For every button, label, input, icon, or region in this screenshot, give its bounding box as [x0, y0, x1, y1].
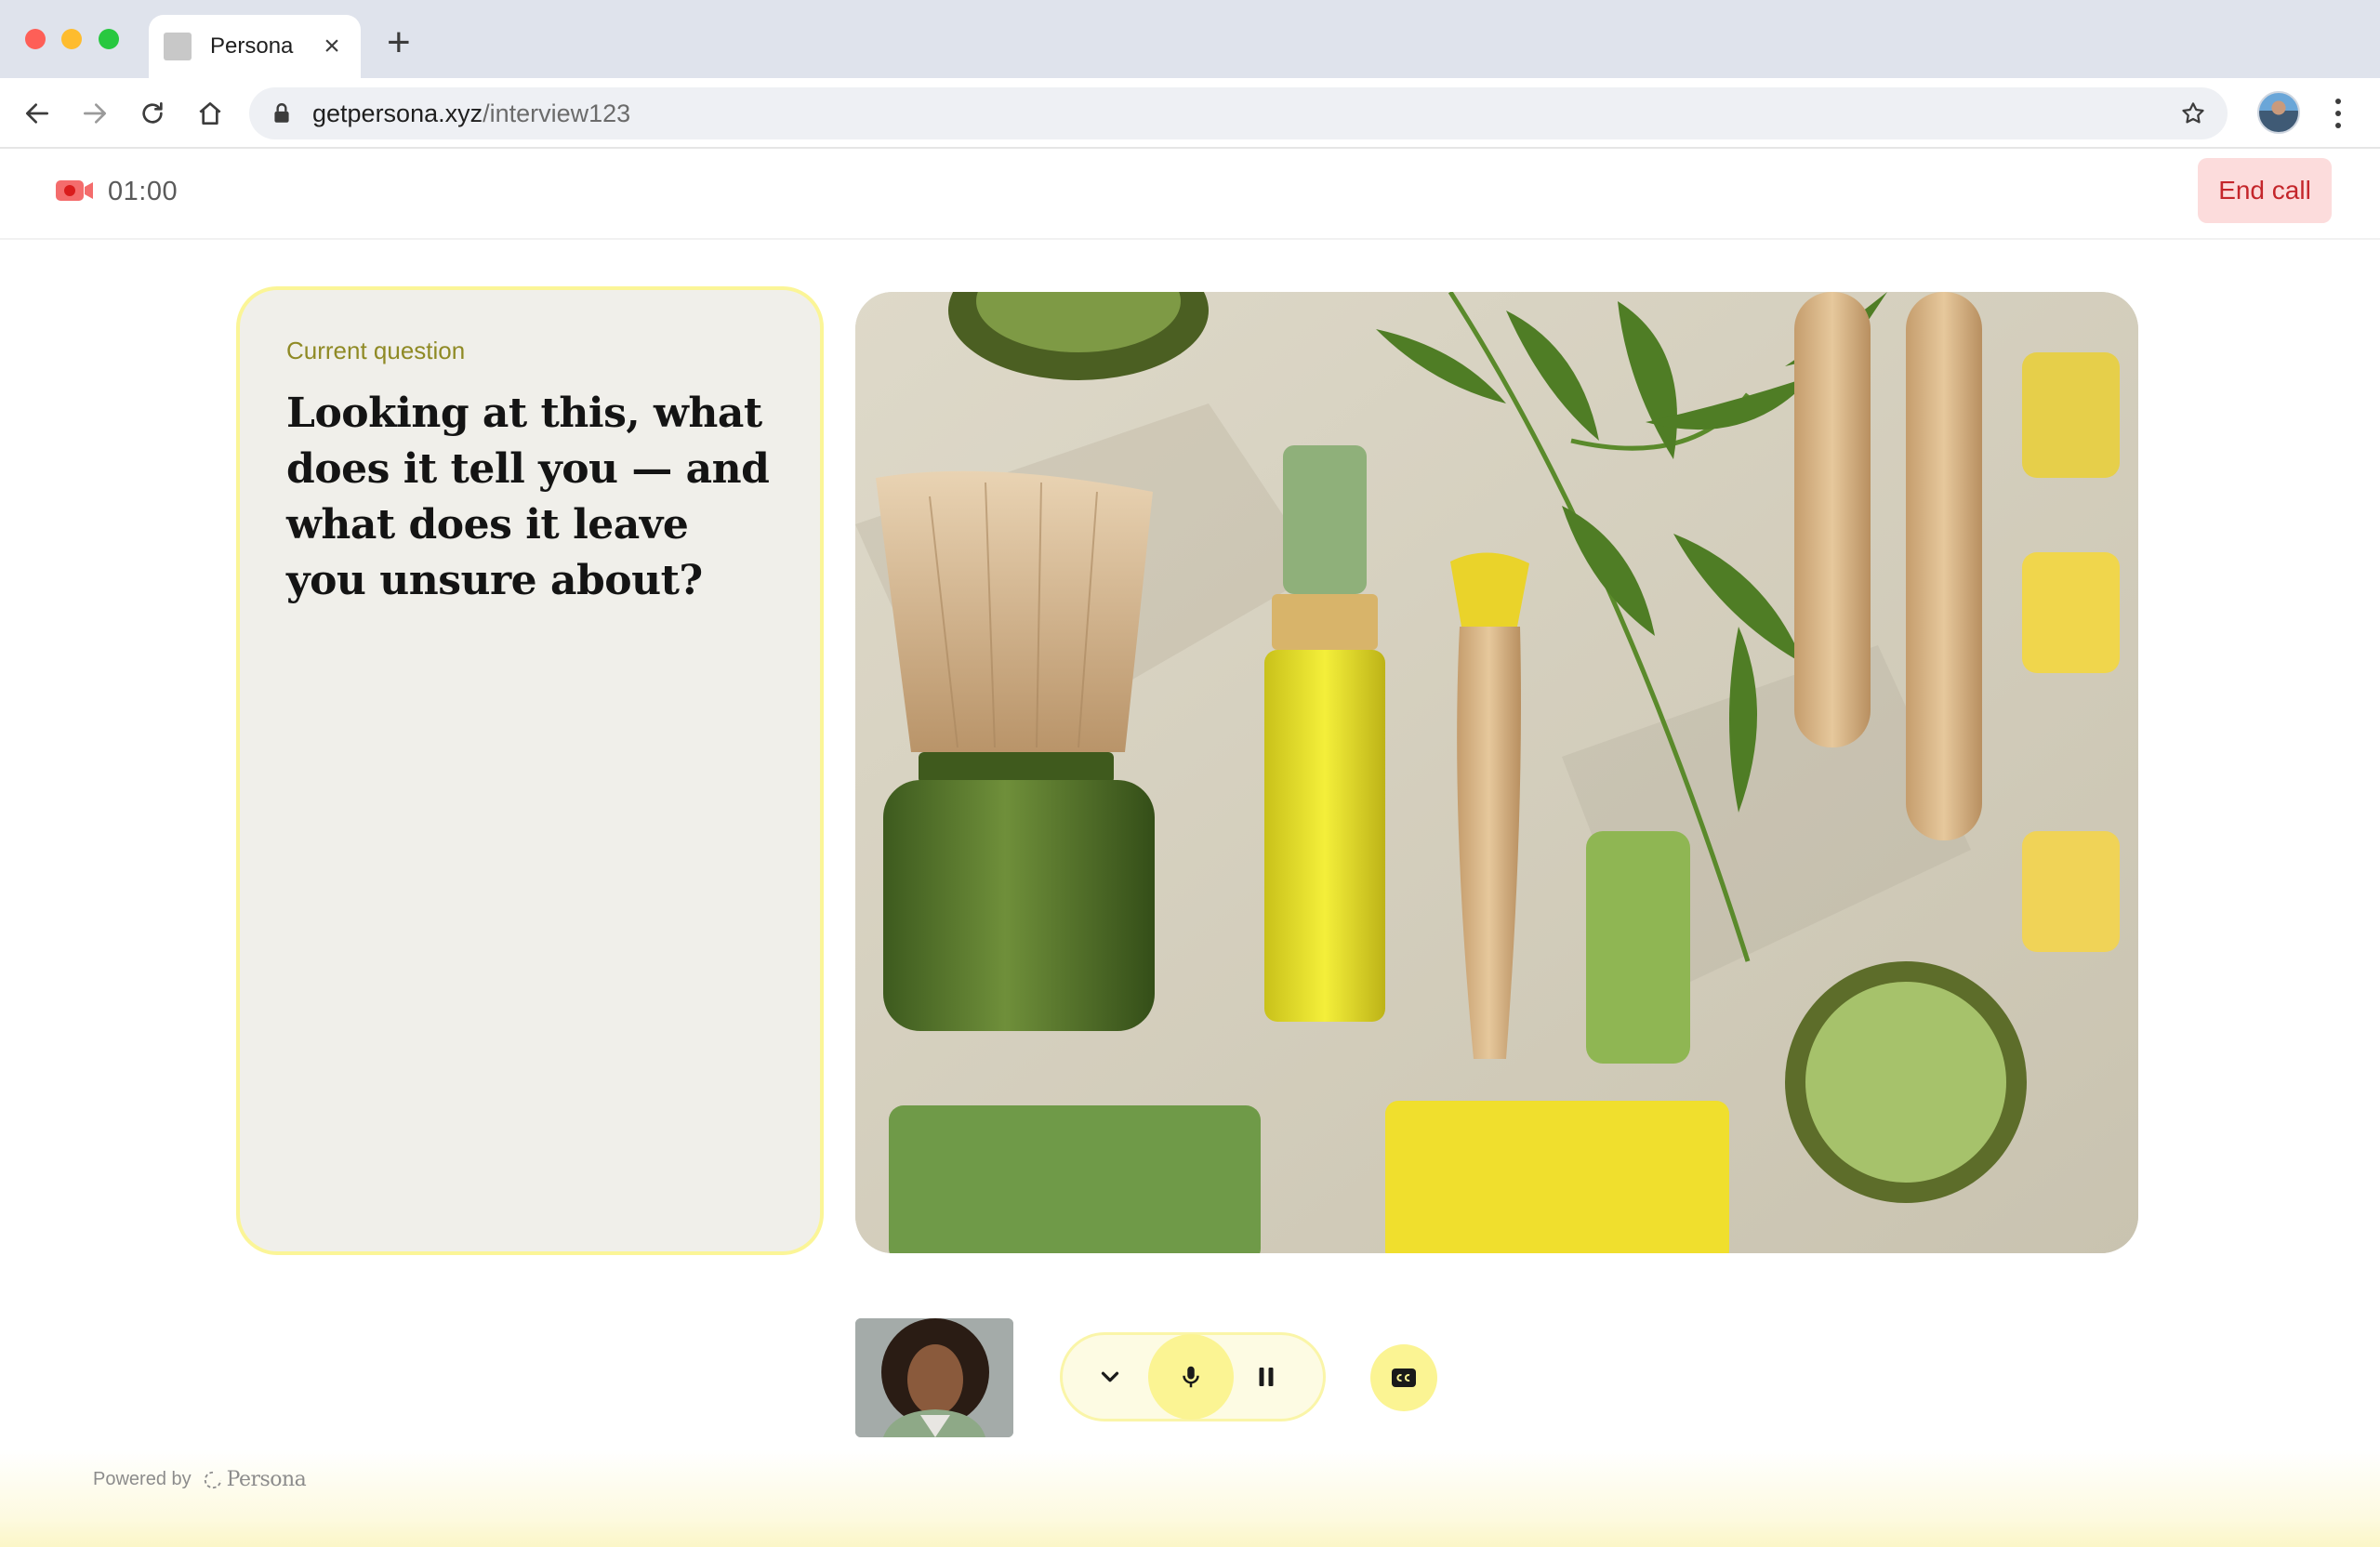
stimulus-image: [855, 292, 2138, 1253]
closed-captions-icon[interactable]: [1370, 1344, 1437, 1411]
question-card: Current question Looking at this, what d…: [236, 286, 824, 1255]
question-label: Current question: [286, 337, 466, 364]
forward-arrow-icon[interactable]: [74, 93, 115, 134]
back-arrow-icon[interactable]: [17, 93, 58, 134]
browser-tab[interactable]: Persona ×: [149, 15, 361, 78]
persona-logo-icon: [204, 1471, 221, 1488]
participant-video-thumbnail: [855, 1318, 1013, 1437]
audio-controls: [1060, 1332, 1326, 1421]
question-text: Looking at this, what does it tell you —…: [286, 390, 770, 604]
url-path: /interview123: [483, 99, 631, 127]
home-icon[interactable]: [190, 93, 231, 134]
tab-title: Persona: [210, 33, 294, 59]
persona-brand-name: Persona: [226, 1468, 307, 1491]
powered-by: Powered by Persona: [93, 1468, 307, 1491]
tab-favicon-icon: [164, 33, 192, 60]
pause-icon[interactable]: [1245, 1355, 1288, 1398]
url-host: getpersona.xyz: [312, 99, 483, 127]
microphone-icon[interactable]: [1148, 1334, 1234, 1420]
browser-menu-icon[interactable]: [2324, 95, 2352, 132]
tab-close-icon[interactable]: ×: [318, 33, 346, 60]
call-header: 01:00 End call: [0, 149, 2380, 240]
close-window-button[interactable]: [25, 29, 46, 49]
chevron-down-icon[interactable]: [1089, 1355, 1131, 1398]
powered-by-label: Powered by: [93, 1469, 192, 1489]
recording-camera-icon: [56, 180, 93, 201]
bookmark-star-icon[interactable]: [2179, 99, 2207, 127]
new-tab-button[interactable]: +: [387, 22, 411, 63]
end-call-button[interactable]: End call: [2198, 158, 2332, 223]
minimize-window-button[interactable]: [61, 29, 82, 49]
call-timer: 01:00: [108, 177, 178, 206]
profile-avatar[interactable]: [2257, 91, 2300, 134]
footer-gradient: [0, 1450, 2380, 1547]
browser-toolbar: getpersona.xyz/interview123: [0, 78, 2380, 149]
browser-titlebar: Persona × +: [0, 0, 2380, 78]
maximize-window-button[interactable]: [99, 29, 119, 49]
reload-icon[interactable]: [132, 93, 173, 134]
lock-icon: [274, 103, 289, 123]
address-bar[interactable]: getpersona.xyz/interview123: [249, 87, 2228, 139]
